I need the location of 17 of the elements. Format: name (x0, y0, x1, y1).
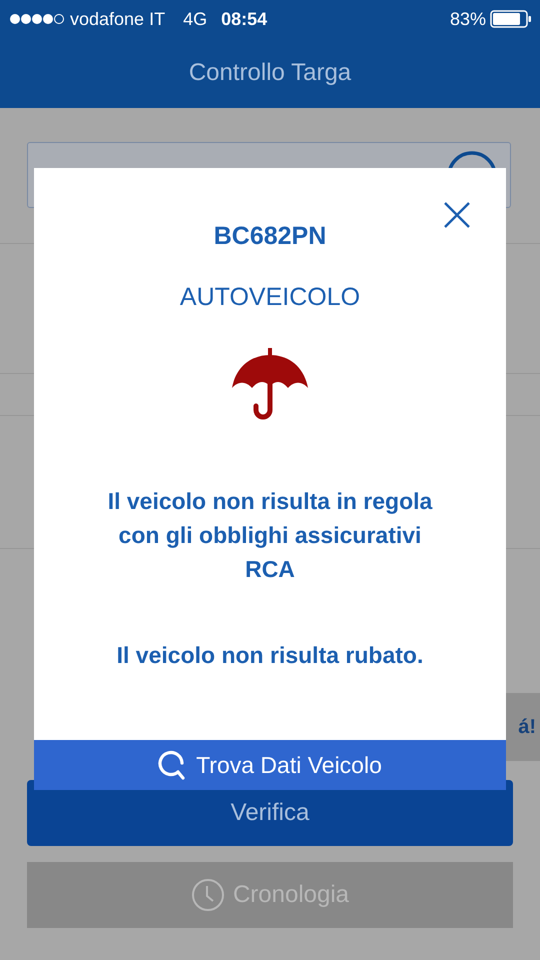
theft-message: Il veicolo non risulta rubato. (116, 641, 424, 670)
plate-number: BC682PN (214, 222, 326, 251)
carrier-text: vodafone IT (70, 8, 166, 30)
find-vehicle-button[interactable]: Trova Dati Veicolo (34, 740, 506, 790)
banner-text: á! (518, 716, 536, 738)
battery-text: 83% (450, 8, 486, 30)
search-icon (158, 750, 186, 780)
umbrella-icon (230, 346, 310, 422)
insurance-message: Il veicolo non risulta in regola con gli obblighi assicurativi RCA (106, 487, 434, 584)
vehicle-type: AUTOVEICOLO (180, 283, 360, 312)
network-text: 4G (183, 8, 208, 30)
clock-icon (190, 878, 225, 912)
screen-title: Controllo Targa (188, 59, 352, 87)
battery-icon (490, 10, 532, 28)
time-text: 08:54 (221, 8, 268, 30)
close-icon[interactable] (444, 202, 470, 228)
signal-icon (10, 13, 64, 25)
